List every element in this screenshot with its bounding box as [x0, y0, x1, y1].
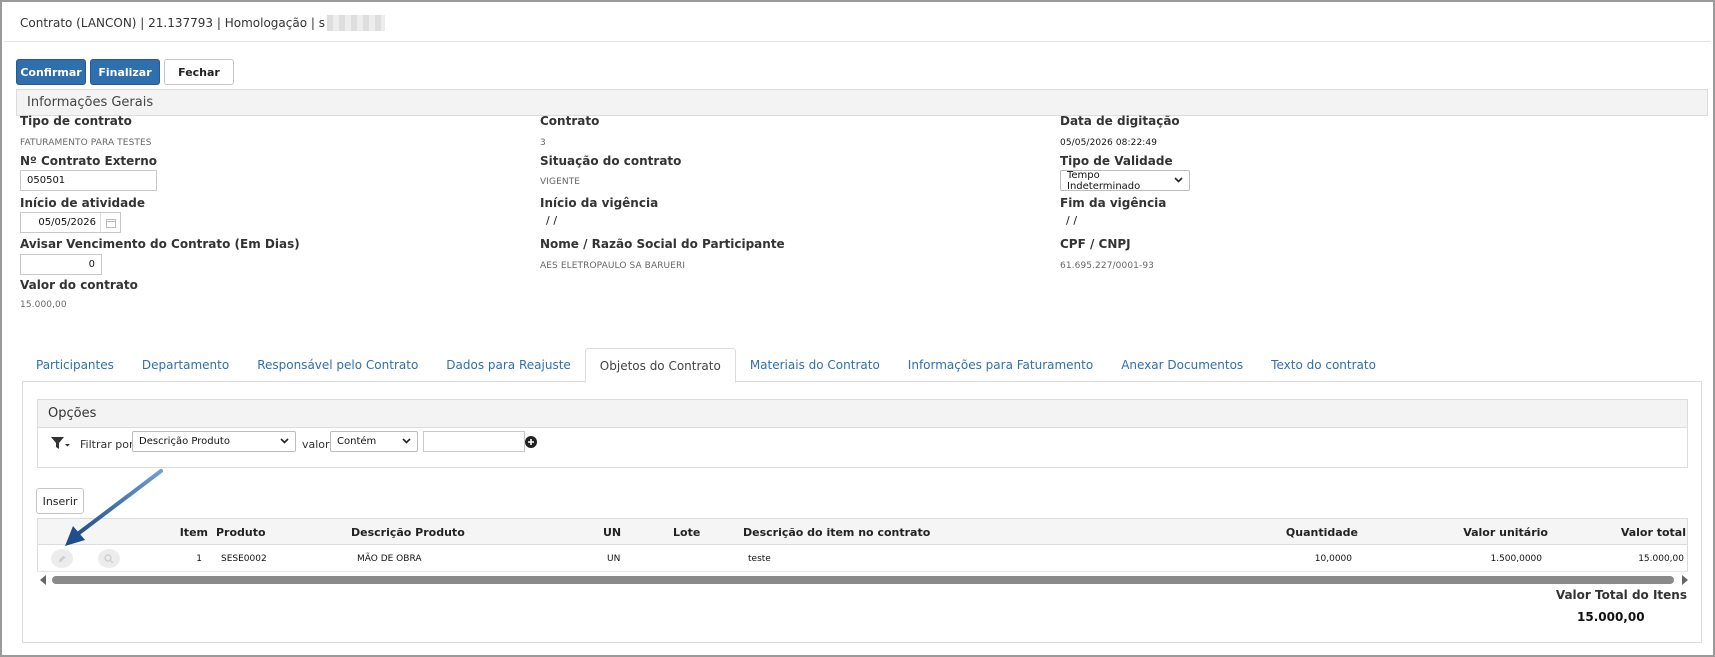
cell-quantidade: 10,0000 [1314, 553, 1352, 564]
fim-vigencia-value: / / [1066, 214, 1078, 227]
header-un[interactable]: UN [603, 519, 621, 546]
tipo-validade-value: Tempo Indeterminado [1067, 169, 1141, 192]
avisar-vencimento-label: Avisar Vencimento do Contrato (Em Dias) [20, 237, 300, 251]
cell-un: UN [607, 553, 621, 564]
table-row[interactable]: 1 SESE0002 MÃO DE OBRA UN teste 10,0000 … [37, 545, 1688, 572]
tipo-validade-label: Tipo de Validade [1060, 154, 1173, 168]
contrato-label: Contrato [540, 114, 600, 128]
inicio-atividade-input[interactable]: 05/05/2026 [20, 212, 121, 233]
tipo-contrato-label: Tipo de contrato [20, 114, 132, 128]
filter-field-select[interactable]: Descrição Produto [132, 431, 296, 452]
total-items-label: Valor Total do Itens [1555, 588, 1687, 602]
header-descricao[interactable]: Descrição Produto [351, 519, 465, 546]
inicio-vigencia-value: / / [546, 214, 558, 227]
cell-descricao: MÃO DE OBRA [357, 553, 422, 564]
cell-descricao-item: teste [748, 553, 771, 564]
header-valor-unitario[interactable]: Valor unitário [1398, 519, 1548, 546]
finish-button[interactable]: Finalizar [90, 59, 160, 85]
tipo-validade-select[interactable]: Tempo Indeterminado [1060, 169, 1190, 192]
cpf-cnpj-value: 61.695.227/0001-93 [1060, 261, 1154, 271]
header-valor-total[interactable]: Valor total [1568, 519, 1686, 546]
tab-dados-reajuste[interactable]: Dados para Reajuste [432, 348, 585, 382]
tab-anexar-documentos[interactable]: Anexar Documentos [1107, 348, 1257, 382]
calendar-icon[interactable] [100, 213, 120, 232]
section-heading: Informações Gerais [16, 89, 1708, 116]
filter-value-input[interactable] [423, 431, 525, 452]
tab-materiais-contrato[interactable]: Materiais do Contrato [736, 348, 894, 382]
tab-bar: Participantes Departamento Responsável p… [22, 348, 1702, 383]
data-digitacao-value: 05/05/2026 08:22:49 [1060, 138, 1158, 148]
inicio-atividade-label: Início de atividade [20, 196, 145, 210]
header-quantidade[interactable]: Quantidade [1218, 519, 1358, 546]
cpf-cnpj-label: CPF / CNPJ [1060, 237, 1131, 251]
action-toolbar: Confirmar Finalizar Fechar [16, 59, 234, 85]
window-titlebar: Contrato (LANCON) | 21.137793 | Homologa… [4, 4, 1711, 42]
scroll-thumb[interactable] [52, 576, 1674, 584]
header-lote[interactable]: Lote [673, 519, 700, 546]
data-digitacao-label: Data de digitação [1060, 114, 1180, 128]
participante-label: Nome / Razão Social do Participante [540, 237, 785, 251]
fim-vigencia-label: Fim da vigência [1060, 196, 1167, 210]
inicio-atividade-value: 05/05/2026 [38, 217, 96, 228]
contrato-externo-label: Nº Contrato Externo [20, 154, 158, 168]
options-title: Opções [38, 400, 1687, 428]
tab-objetos-contrato[interactable]: Objetos do Contrato [584, 348, 736, 383]
filter-field-value: Descrição Produto [139, 436, 230, 447]
header-descricao-item[interactable]: Descrição do item no contrato [743, 519, 930, 546]
tipo-contrato-value: FATURAMENTO PARA TESTES [20, 138, 152, 148]
tab-responsavel[interactable]: Responsável pelo Contrato [243, 348, 432, 382]
app-window: Contrato (LANCON) | 21.137793 | Homologa… [0, 0, 1715, 657]
options-panel: Opções Filtrar por Descrição Produto val… [37, 399, 1688, 468]
annotation-arrow-icon [65, 469, 163, 546]
scroll-right-arrow[interactable] [1682, 575, 1688, 585]
operator-value: Contém [337, 436, 377, 447]
cell-valor-unitario: 1.500,0000 [1490, 553, 1542, 564]
chevron-down-icon [1174, 175, 1183, 186]
filter-label: Filtrar por [80, 437, 134, 451]
tab-informacoes-faturamento[interactable]: Informações para Faturamento [894, 348, 1107, 382]
total-items-value: 15.000,00 [1577, 610, 1645, 624]
cell-valor-total: 15.000,00 [1638, 553, 1684, 564]
add-filter-icon[interactable] [525, 436, 537, 448]
cell-produto: SESE0002 [221, 553, 267, 564]
avisar-vencimento-input[interactable]: 0 [20, 254, 102, 275]
valor-contrato-value: 15.000,00 [20, 300, 67, 310]
chevron-down-icon [280, 436, 289, 447]
chevron-down-icon [402, 436, 411, 447]
operator-select[interactable]: Contém [330, 431, 418, 452]
window-title: Contrato (LANCON) | 21.137793 | Homologa… [20, 15, 325, 30]
contrato-value: 3 [540, 138, 546, 148]
tab-departamento[interactable]: Departamento [128, 348, 243, 382]
header-produto[interactable]: Produto [216, 519, 266, 546]
redacted-text [327, 14, 385, 31]
tab-texto-contrato[interactable]: Texto do contrato [1257, 348, 1390, 382]
valor-contrato-label: Valor do contrato [20, 278, 138, 292]
contrato-externo-input[interactable]: 050501 [20, 170, 157, 191]
confirm-button[interactable]: Confirmar [16, 59, 86, 85]
inicio-vigencia-label: Início da vigência [540, 196, 659, 210]
tab-participantes[interactable]: Participantes [22, 348, 128, 382]
situacao-value: VIGENTE [540, 177, 581, 187]
participante-value: AES ELETROPAULO SA BARUERI [540, 261, 686, 271]
grid-header: Item Produto Descrição Produto UN Lote D… [37, 518, 1688, 545]
filter-icon[interactable] [50, 436, 70, 453]
value-label: valor [302, 437, 330, 451]
situacao-label: Situação do contrato [540, 154, 682, 168]
scroll-left-arrow[interactable] [40, 575, 46, 585]
close-button[interactable]: Fechar [164, 59, 234, 85]
grid-horizontal-scrollbar[interactable] [40, 574, 1688, 586]
